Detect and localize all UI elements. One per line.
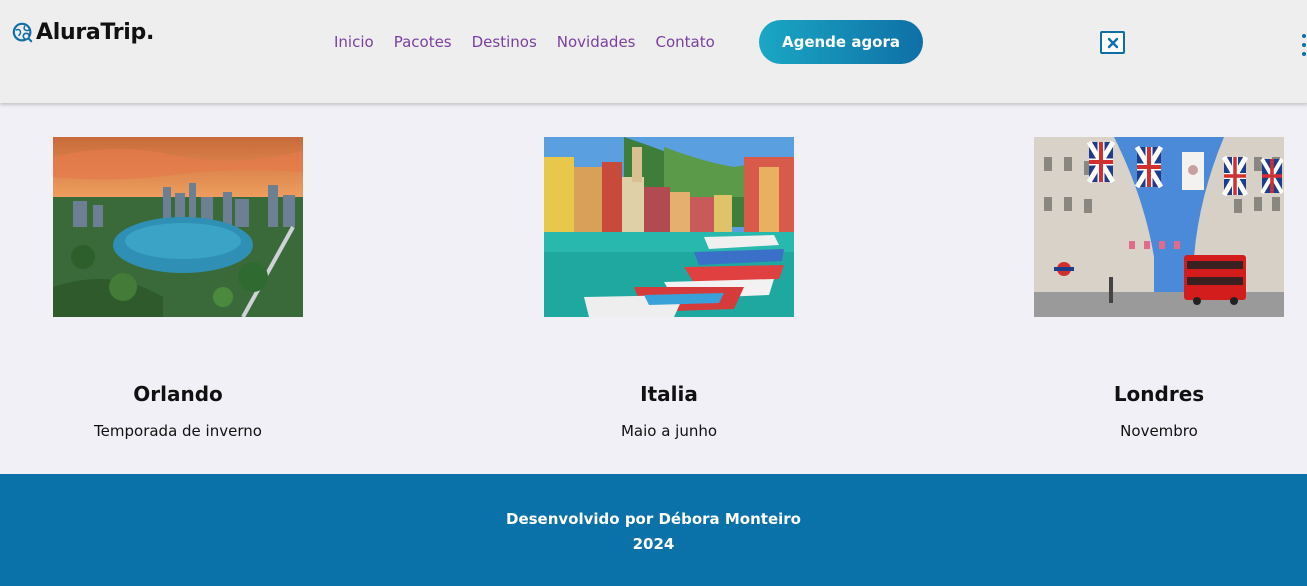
footer-year: 2024 xyxy=(632,535,675,553)
logo[interactable]: AluraTrip. xyxy=(12,20,154,45)
destination-season: Novembro xyxy=(1120,422,1198,440)
destination-title: Orlando xyxy=(133,382,223,406)
destination-card-orlando[interactable]: Orlando Temporada de inverno xyxy=(53,137,303,440)
orlando-photo xyxy=(53,137,303,317)
close-x-glyph xyxy=(1107,37,1118,48)
nav-link-inicio[interactable]: Inicio xyxy=(334,33,374,51)
nav-link-novidades[interactable]: Novidades xyxy=(557,33,636,51)
londres-photo xyxy=(1034,137,1284,317)
destination-title: Italia xyxy=(640,382,698,406)
site-header: AluraTrip. Inicio Pacotes Destinos Novid… xyxy=(0,0,1307,103)
destination-card-italia[interactable]: Italia Maio a junho xyxy=(544,137,794,440)
destination-title: Londres xyxy=(1113,382,1205,406)
schedule-now-button[interactable]: Agende agora xyxy=(759,20,923,64)
logo-text: AluraTrip. xyxy=(36,20,155,45)
kebab-menu-icon[interactable] xyxy=(1300,34,1307,56)
nav-link-destinos[interactable]: Destinos xyxy=(472,33,537,51)
close-icon[interactable] xyxy=(1100,31,1125,54)
globe-search-icon xyxy=(12,22,33,42)
italia-photo xyxy=(544,137,794,317)
destination-card-londres[interactable]: Londres Novembro xyxy=(1034,137,1284,440)
destination-season: Maio a junho xyxy=(620,422,718,440)
nav-link-contato[interactable]: Contato xyxy=(656,33,715,51)
site-footer: Desenvolvido por Débora Monteiro 2024 xyxy=(0,474,1307,586)
destination-season: Temporada de inverno xyxy=(94,422,262,440)
nav-link-pacotes[interactable]: Pacotes xyxy=(394,33,452,51)
main-nav: Inicio Pacotes Destinos Novidades Contat… xyxy=(334,33,735,51)
footer-credit: Desenvolvido por Débora Monteiro xyxy=(506,510,801,528)
